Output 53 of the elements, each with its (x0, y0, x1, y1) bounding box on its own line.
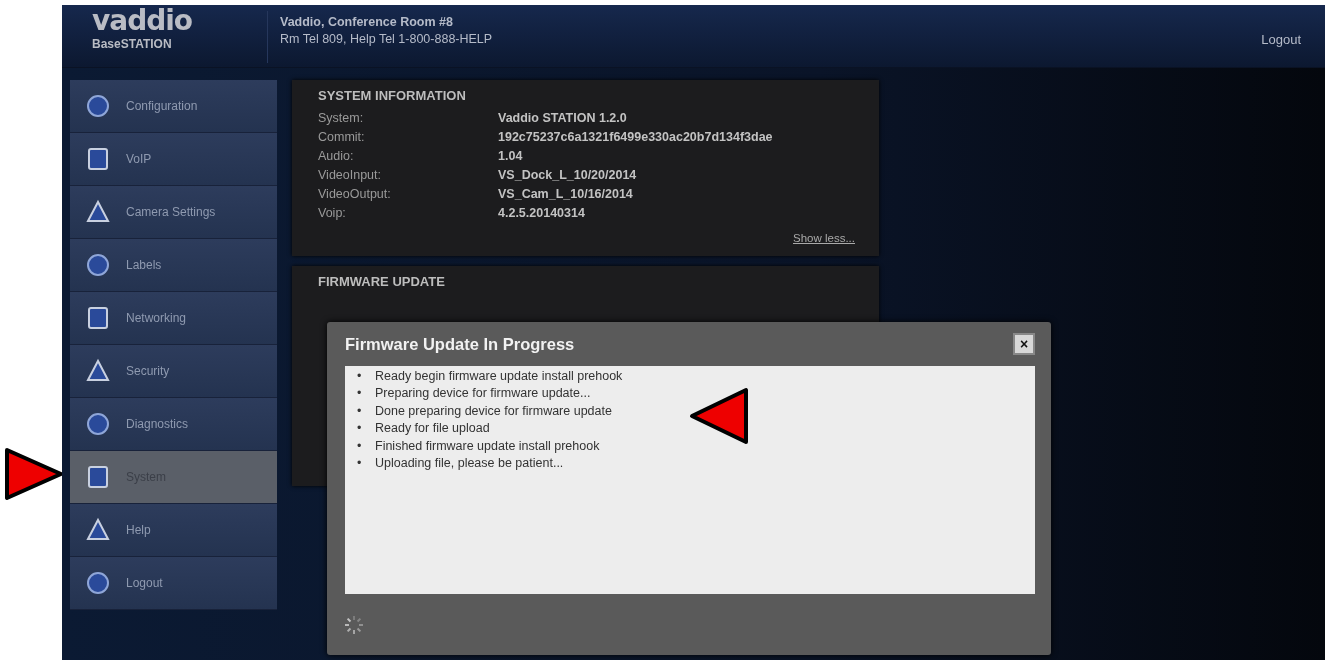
info-label: Audio: (318, 149, 355, 163)
logout-link[interactable]: Logout (1261, 32, 1301, 47)
sidebar-item[interactable]: Configuration (70, 80, 277, 133)
info-value: VS_Cam_L_10/16/2014 (498, 187, 634, 201)
info-value: 192c75237c6a1321f6499e330ac20b7d134f3dae (498, 130, 774, 144)
pointer-arrow-icon (4, 447, 64, 501)
sidebar-item[interactable]: VoIP (70, 133, 277, 186)
product-name: BaseSTATION (92, 37, 173, 51)
bullet: • (357, 437, 363, 455)
menu-item-icon (84, 517, 112, 543)
close-button[interactable]: × (1013, 333, 1035, 355)
pointer-arrow-icon (688, 386, 750, 446)
menu-item-icon (84, 411, 112, 437)
menu-item-icon (84, 93, 112, 119)
info-value: VS_Dock_L_10/20/2014 (498, 168, 638, 182)
bullet: • (357, 368, 363, 385)
sidebar-item[interactable]: Help (70, 504, 277, 557)
info-value: 4.2.5.20140314 (498, 206, 586, 220)
sidebar-item[interactable]: Networking (70, 292, 277, 345)
show-less-link[interactable]: Show less... (793, 232, 855, 244)
info-label: Voip: (318, 206, 347, 220)
bullet: • (357, 385, 363, 403)
logo: vaddio (92, 9, 194, 33)
log-message: Uploading file, please be patient... (375, 455, 564, 473)
info-value: 1.04 (498, 149, 524, 163)
menu-item-icon (84, 358, 112, 384)
loading-spinner-icon (343, 614, 365, 636)
info-value: Vaddio STATION 1.2.0 (498, 111, 628, 125)
sidebar-item[interactable]: Camera Settings (70, 186, 277, 239)
info-label: VideoInput: (318, 168, 383, 182)
sidebar-item[interactable]: Security (70, 345, 277, 398)
info-label: Commit: (318, 130, 366, 144)
log-message: Preparing device for firmware update... (375, 385, 591, 403)
log-message: Done preparing device for firmware update (375, 402, 612, 420)
sidebar-item[interactable]: Labels (70, 239, 277, 292)
room-name: Vaddio, Conference Room #8 (280, 15, 454, 29)
info-label: VideoOutput: (318, 187, 392, 201)
panel-title: SYSTEM INFORMATION (318, 88, 467, 103)
menu-item-icon (84, 252, 112, 278)
dialog-title: Firmware Update In Progress (345, 334, 575, 354)
menu-item-icon (84, 570, 112, 596)
menu-item-icon (84, 199, 112, 225)
bullet: • (357, 455, 363, 473)
log-message: Finished firmware update install prehook (375, 437, 600, 455)
bullet: • (357, 402, 363, 420)
log-message: Ready begin firmware update install prehook (375, 368, 623, 385)
phone-info: Rm Tel 809, Help Tel 1-800-888-HELP (280, 32, 493, 46)
sidebar-item[interactable]: Diagnostics (70, 398, 277, 451)
panel-title: FIRMWARE UPDATE (318, 274, 446, 289)
sidebar-item[interactable]: Logout (70, 557, 277, 610)
info-label: System: (318, 111, 365, 125)
log-message: Ready for file upload (375, 420, 490, 438)
bullet: • (357, 420, 363, 438)
